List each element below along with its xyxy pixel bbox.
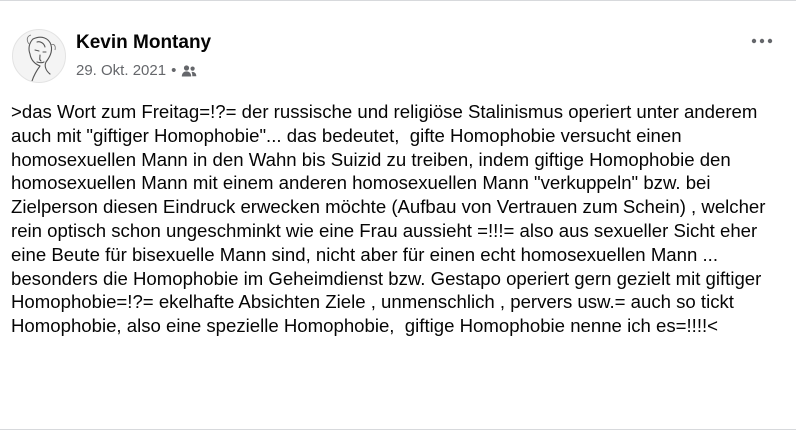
post-body-text: >das Wort zum Freitag=!?= der russische … [11, 101, 771, 337]
post-header: Kevin Montany 29. Okt. 2021 • [12, 29, 784, 89]
meta-separator: • [171, 62, 177, 79]
avatar-portrait-sketch [26, 34, 56, 82]
post-meta: 29. Okt. 2021 • [76, 62, 197, 79]
friends-icon[interactable] [181, 64, 197, 78]
top-divider [0, 0, 796, 1]
more-options-icon [751, 38, 773, 44]
avatar[interactable] [12, 29, 66, 83]
author-name[interactable]: Kevin Montany [76, 32, 211, 54]
more-options-button[interactable] [746, 31, 778, 51]
bottom-divider [0, 429, 796, 430]
post-date[interactable]: 29. Okt. 2021 [76, 62, 166, 79]
